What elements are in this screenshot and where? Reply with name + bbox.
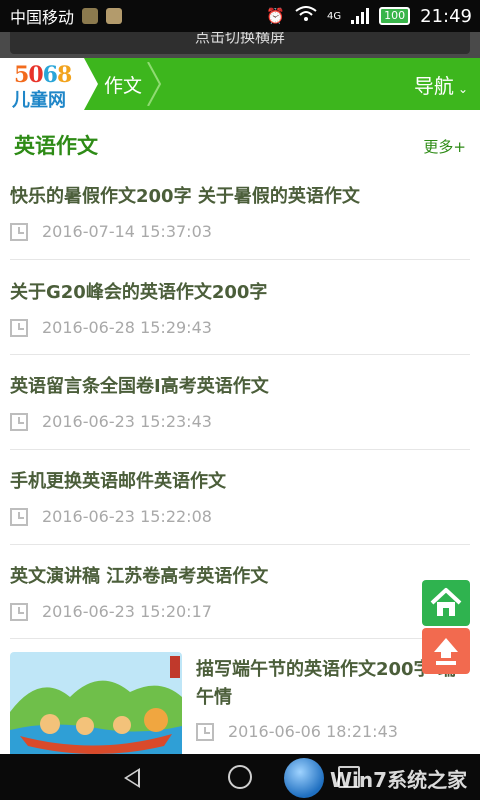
home-icon	[430, 588, 462, 616]
clock-icon	[196, 722, 214, 741]
divider	[10, 449, 470, 450]
article-item[interactable]: 手机更换英语邮件英语作文 2016-06-23 15:22:08	[10, 467, 470, 526]
alarm-icon: ⏰	[266, 7, 285, 25]
dragon-boat-illustration	[10, 652, 182, 762]
article-title[interactable]: 关于G20峰会的英语作文200字	[10, 278, 470, 304]
home-button[interactable]	[422, 580, 470, 626]
article-title[interactable]: 快乐的暑假作文200字 关于暑假的英语作文	[10, 182, 470, 208]
home-circle-icon[interactable]	[228, 765, 252, 789]
chevron-down-icon: ⌄	[457, 82, 468, 96]
article-item[interactable]: 英文演讲稿 江苏卷高考英语作文 2016-06-23 15:20:17	[10, 562, 470, 621]
back-icon-inner	[127, 771, 138, 785]
more-link[interactable]: 更多+	[423, 136, 466, 157]
article-title[interactable]: 英文演讲稿 江苏卷高考英语作文	[10, 562, 470, 588]
network-type: 4G	[327, 10, 342, 22]
article-date: 2016-06-23 15:22:08	[42, 507, 212, 526]
article-date: 2016-06-06 18:21:43	[228, 722, 398, 741]
article-date: 2016-07-14 15:37:03	[42, 222, 212, 241]
navigation-label: 导航	[413, 74, 454, 98]
article-date: 2016-06-23 15:20:17	[42, 602, 212, 621]
image-notification-icon	[106, 8, 123, 24]
breadcrumb-separator-icon	[84, 58, 98, 110]
article-title[interactable]: 英语留言条全国卷I高考英语作文	[10, 372, 470, 398]
divider	[10, 354, 470, 355]
breadcrumb-item[interactable]: 作文	[104, 71, 142, 98]
divider	[10, 544, 470, 545]
clock-icon	[10, 318, 28, 337]
carrier-name: 中国移动	[10, 8, 75, 27]
divider	[10, 259, 470, 260]
navigation-menu-button[interactable]: 导航 ⌄	[414, 70, 468, 99]
site-logo[interactable]: 5068 儿童网	[0, 58, 84, 111]
clock-icon	[10, 602, 28, 621]
article-thumbnail[interactable]	[10, 652, 182, 762]
app-notification-icon	[82, 8, 99, 24]
status-bar: 中国移动 ⏰ 4G 100 21:49	[0, 0, 480, 32]
site-header: 5068 儿童网 作文 导航 ⌄	[0, 58, 480, 111]
divider	[10, 638, 470, 639]
breadcrumb-chevron-icon	[147, 62, 162, 106]
wifi-icon	[295, 6, 317, 26]
article-item[interactable]: 关于G20峰会的英语作文200字 2016-06-28 15:29:43	[10, 278, 470, 337]
signal-icon	[351, 8, 370, 24]
battery-indicator: 100	[379, 7, 411, 25]
back-to-top-button[interactable]	[422, 628, 470, 674]
clock: 21:49	[420, 5, 472, 27]
landscape-switch-label[interactable]: 点击切换横屏	[10, 32, 470, 54]
watermark: Win7系统之家	[284, 756, 474, 800]
logo-text: 儿童网	[12, 90, 66, 111]
article-date: 2016-06-23 15:23:43	[42, 412, 212, 431]
clock-icon	[10, 412, 28, 431]
landscape-switch-banner[interactable]: 点击切换横屏	[0, 32, 480, 58]
article-item[interactable]: 快乐的暑假作文200字 关于暑假的英语作文 2016-07-14 15:37:0…	[10, 182, 470, 241]
article-item[interactable]: 英语留言条全国卷I高考英语作文 2016-06-23 15:23:43	[10, 372, 470, 431]
clock-icon	[10, 222, 28, 241]
clock-icon	[10, 507, 28, 526]
article-title[interactable]: 手机更换英语邮件英语作文	[10, 467, 470, 493]
watermark-text: Win7系统之家	[330, 768, 468, 792]
logo-number: 5068	[14, 62, 72, 88]
section-title: 英语作文	[14, 134, 98, 158]
arrow-up-icon	[434, 638, 458, 665]
windows-logo-icon	[284, 758, 324, 798]
article-date: 2016-06-28 15:29:43	[42, 318, 212, 337]
